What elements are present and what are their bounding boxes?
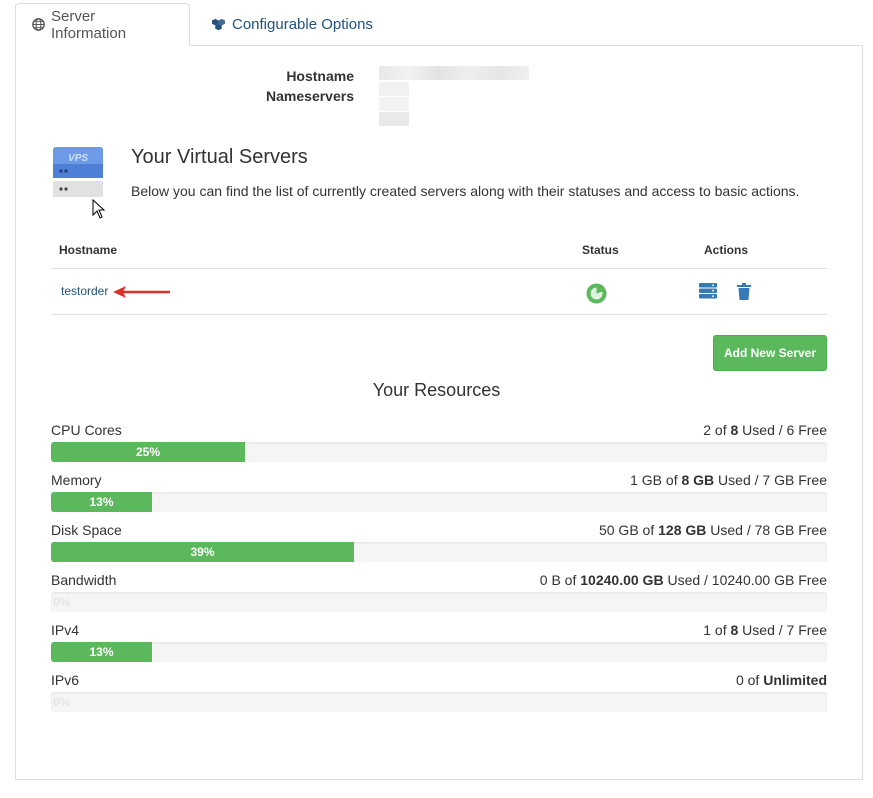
resource-row: Bandwidth 0 B of 10240.00 GB Used / 10240… xyxy=(51,572,827,612)
tab-bar: Server Information Configurable Options xyxy=(15,3,863,46)
table-header-divider xyxy=(51,268,827,269)
resource-of-text: of xyxy=(711,622,731,638)
add-new-server-button[interactable]: Add New Server xyxy=(713,335,827,371)
resource-progress-fill: 0% xyxy=(53,595,71,609)
resource-used-value: 50 GB xyxy=(598,522,639,538)
column-header-hostname: Hostname xyxy=(59,243,118,257)
trash-icon[interactable] xyxy=(737,283,751,303)
resource-free-text: Used / 6 Free xyxy=(738,422,827,438)
nameservers-label: Nameservers xyxy=(266,88,354,104)
resource-name: Disk Space xyxy=(51,522,122,538)
resource-free-text: Used / 10240.00 GB Free xyxy=(663,572,827,588)
resource-usage: 2 of 8 Used / 6 Free xyxy=(703,422,827,438)
resource-usage: 0 B of 10240.00 GB Used / 10240.00 GB Fr… xyxy=(540,572,827,588)
resource-row: Memory 1 GB of 8 GB Used / 7 GB Free 13% xyxy=(51,472,827,512)
resource-of-text: of xyxy=(638,522,659,538)
resource-row: Disk Space 50 GB of 128 GB Used / 78 GB F… xyxy=(51,522,827,562)
resource-row: CPU Cores 2 of 8 Used / 6 Free 25% xyxy=(51,422,827,462)
hostname-label: Hostname xyxy=(286,68,354,84)
resource-name: IPv6 xyxy=(51,672,80,688)
resource-usage: 1 of 8 Used / 7 Free xyxy=(703,622,827,638)
resource-progress-fill: 13% xyxy=(51,492,152,512)
resources-title: Your Resources xyxy=(372,380,501,400)
resource-name: Memory xyxy=(51,472,102,488)
resource-progress-bar: 13% xyxy=(51,642,827,662)
resource-total-value: 10240.00 GB xyxy=(580,572,664,588)
resource-usage: 1 GB of 8 GB Used / 7 GB Free xyxy=(630,472,827,488)
tab-label: Configurable Options xyxy=(232,15,373,33)
server-hostname-link[interactable]: testorder xyxy=(61,284,108,298)
virtual-servers-description: Below you can find the list of currently… xyxy=(131,183,800,199)
resource-progress-bar: 39% xyxy=(51,542,827,562)
resource-free-text: Used / 7 GB Free xyxy=(714,472,827,488)
resource-used-value: 1 xyxy=(703,622,712,638)
red-arrow-annotation xyxy=(113,285,171,302)
virtual-servers-title: Your Virtual Servers xyxy=(131,146,308,168)
mouse-pointer-icon xyxy=(92,198,106,222)
status-online-icon xyxy=(586,283,607,307)
column-header-actions: Actions xyxy=(704,243,749,257)
resource-used-value: 2 xyxy=(703,422,712,438)
resource-total-value: 128 GB xyxy=(658,522,707,538)
resource-row: IPv6 0 of Unlimited 0% xyxy=(51,672,827,712)
resource-progress-fill: 13% xyxy=(51,642,152,662)
vps-icon-text: VPS xyxy=(68,153,88,164)
resource-progress-bar: 25% xyxy=(51,442,827,462)
resource-progress-fill: 25% xyxy=(51,442,245,462)
column-header-status: Status xyxy=(582,243,619,257)
tab-label: Server Information xyxy=(51,7,127,42)
resource-of-text: of xyxy=(662,472,682,488)
vps-server-icon: VPS xyxy=(51,146,105,204)
resource-used-value: 1 GB xyxy=(630,472,663,488)
resource-free-text: Used / 7 Free xyxy=(738,622,827,638)
cubes-icon xyxy=(211,18,226,31)
resource-row: IPv4 1 of 8 Used / 7 Free 13% xyxy=(51,622,827,662)
resource-usage: 50 GB of 128 GB Used / 78 GB Free xyxy=(599,522,827,538)
resource-of-text: of xyxy=(743,672,764,688)
tab-server-information[interactable]: Server Information xyxy=(15,3,190,46)
resource-progress-fill: 39% xyxy=(51,542,354,562)
resource-used-value: 0 B xyxy=(539,572,561,588)
resource-name: IPv4 xyxy=(51,622,80,638)
resource-of-text: of xyxy=(711,422,731,438)
table-row-divider xyxy=(51,314,827,315)
resource-progress-bar: 0% xyxy=(51,592,827,612)
resource-progress-bar: 0% xyxy=(51,692,827,712)
globe-icon xyxy=(32,18,45,31)
resource-name: CPU Cores xyxy=(51,422,122,438)
resource-total-value: Unlimited xyxy=(763,672,827,688)
resource-progress-bar: 13% xyxy=(51,492,827,512)
resource-progress-fill: 0% xyxy=(53,695,71,709)
resource-of-text: of xyxy=(560,572,581,588)
resource-used-value: 0 xyxy=(735,672,744,688)
resource-usage: 0 of Unlimited xyxy=(736,672,827,688)
resource-total-value: 8 GB xyxy=(681,472,715,488)
server-manage-icon[interactable] xyxy=(699,283,717,302)
resource-free-text: Used / 78 GB Free xyxy=(706,522,827,538)
tab-configurable-options[interactable]: Configurable Options xyxy=(195,3,389,45)
resource-name: Bandwidth xyxy=(51,572,117,588)
